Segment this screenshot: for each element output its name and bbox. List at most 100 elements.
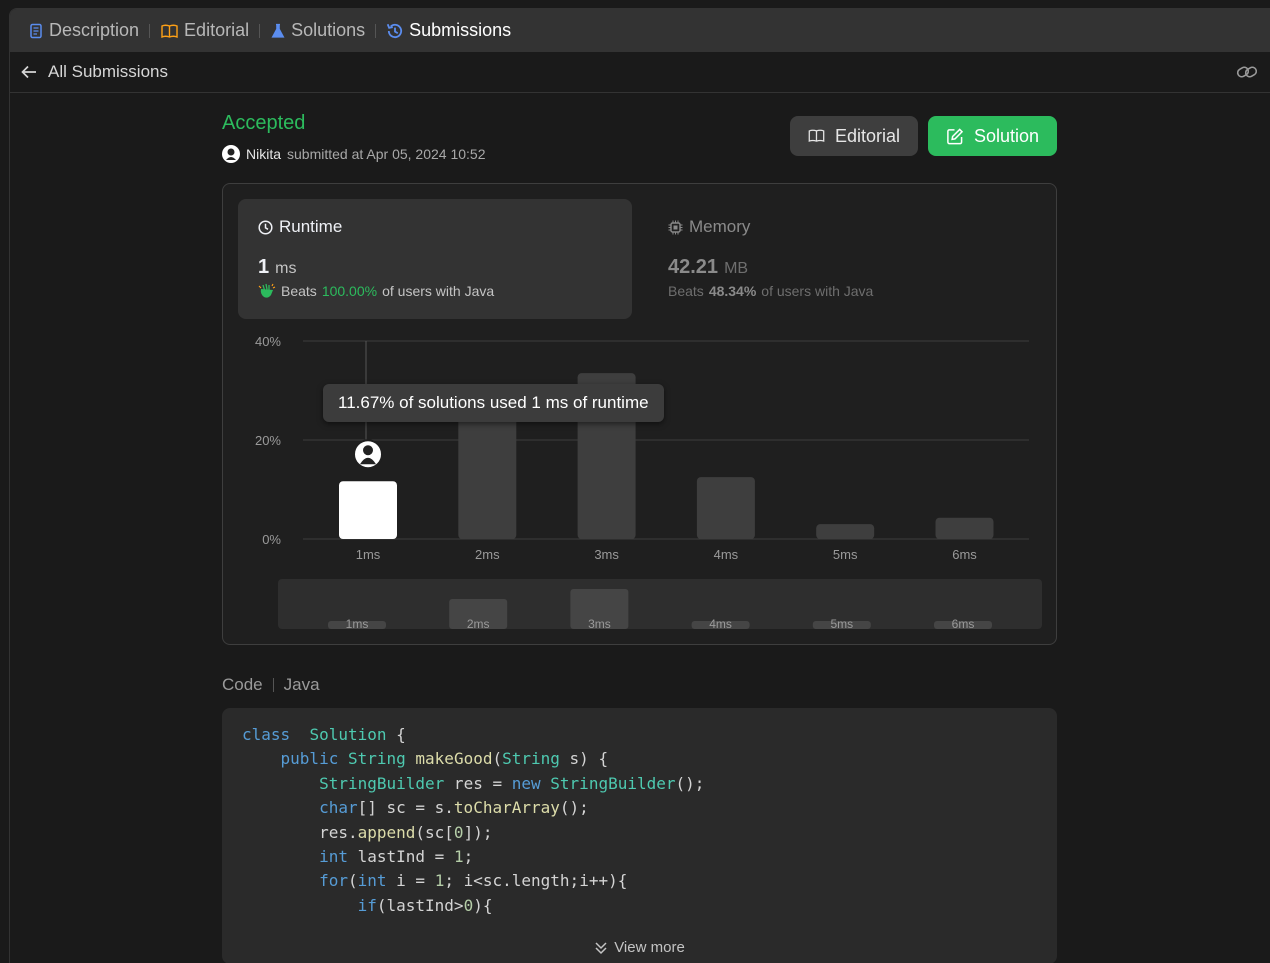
code-label: Code xyxy=(222,675,263,694)
runtime-header: Runtime xyxy=(258,217,612,237)
clock-icon xyxy=(258,219,273,235)
tab-solutions[interactable]: Solutions xyxy=(266,9,369,52)
book-icon xyxy=(808,129,825,143)
memory-unit: MB xyxy=(724,260,749,277)
memory-beats: Beats 48.34% of users with Java xyxy=(668,283,1022,299)
code-token: String xyxy=(347,749,406,769)
code-token: i = xyxy=(386,871,435,891)
code-token: char xyxy=(319,798,358,818)
overview-tick-label: 5ms xyxy=(830,617,853,631)
bar xyxy=(458,410,517,539)
view-more-button[interactable]: View more xyxy=(222,939,1057,956)
code-token: ; i<sc.length;i++){ xyxy=(444,871,628,891)
runtime-distribution-chart[interactable]: 0% 20% 40% 1ms 2ms 3ms 4ms 5ms 6ms 1ms 2ms 3ms 4ms 5m… xyxy=(223,324,1058,644)
flask-icon xyxy=(271,23,285,38)
code-token: 1 xyxy=(434,871,445,891)
tab-label: Description xyxy=(49,20,140,40)
x-tick-label: 2ms xyxy=(475,547,500,562)
memory-header: Memory xyxy=(668,217,1022,237)
runtime-number: 1 xyxy=(258,256,270,278)
code-token: 0 xyxy=(453,822,464,842)
code-line: char[] sc = s.toCharArray(); xyxy=(242,796,1037,820)
status-label: Accepted xyxy=(222,112,306,134)
double-chevron-down-icon xyxy=(595,941,607,954)
all-submissions-link[interactable]: All Submissions xyxy=(20,62,168,82)
y-tick-label: 0% xyxy=(262,532,281,547)
memory-beats-prefix: Beats xyxy=(668,283,704,299)
overview-tick-label: 1ms xyxy=(346,617,369,631)
arrow-left-icon xyxy=(21,65,36,79)
code-token: StringBuilder xyxy=(319,773,445,793)
code-token: { xyxy=(386,725,406,744)
tab-divider xyxy=(375,23,377,38)
y-tick-label: 40% xyxy=(255,334,281,349)
bar xyxy=(935,517,994,539)
bar xyxy=(696,477,755,539)
solution-button[interactable]: Solution xyxy=(928,116,1057,156)
link-icon[interactable] xyxy=(1236,63,1258,81)
tab-submissions[interactable]: Submissions xyxy=(382,9,515,52)
runtime-unit: ms xyxy=(275,260,297,277)
stats-panel: Runtime 1 ms Beats 100.00% of users with … xyxy=(222,183,1057,645)
tab-label: Submissions xyxy=(409,20,512,40)
memory-beats-suffix: of users with Java xyxy=(761,283,874,299)
x-tick-label: 6ms xyxy=(952,547,977,562)
code-token: 1 xyxy=(453,847,464,867)
description-icon xyxy=(30,23,42,38)
tab-label: Editorial xyxy=(184,20,250,40)
memory-value: 42.21 MB xyxy=(668,256,1022,279)
overview-tick-label: 3ms xyxy=(588,617,611,631)
code-token: 0 xyxy=(463,895,474,915)
code-token: res = xyxy=(444,773,512,793)
submission-panel: Description Editorial Solutions Submissi… xyxy=(9,8,1270,963)
code-token: ( xyxy=(492,749,503,769)
code-line: res.append(sc[0]); xyxy=(242,821,1037,845)
code-token: int xyxy=(357,871,387,891)
code-token: res. xyxy=(242,822,358,842)
avatar[interactable] xyxy=(222,145,240,163)
overview-tick-label: 2ms xyxy=(467,617,490,631)
code-token: if xyxy=(357,895,377,915)
runtime-card[interactable]: Runtime 1 ms Beats 100.00% of users with … xyxy=(238,199,632,319)
runtime-value: 1 ms xyxy=(258,256,612,279)
range-selector xyxy=(278,579,1042,629)
submission-header: All Submissions xyxy=(10,52,1270,93)
overview-tick-label: 4ms xyxy=(709,617,732,631)
marker-head xyxy=(363,445,373,456)
submitted-time: submitted at Apr 05, 2024 10:52 xyxy=(287,146,486,162)
code-token: append xyxy=(357,822,416,842)
clap-icon xyxy=(258,283,276,298)
code-token: class xyxy=(242,725,291,744)
code-token: (sc[ xyxy=(415,822,454,842)
code-token: StringBuilder xyxy=(550,773,676,793)
user-marker-icon xyxy=(353,439,383,470)
solution-button-label: Solution xyxy=(973,125,1039,146)
tab-divider xyxy=(149,23,151,38)
code-block[interactable]: class Solution { public String makeGood(… xyxy=(222,708,1057,963)
chip-icon xyxy=(668,220,683,234)
memory-beats-percent: 48.34% xyxy=(708,283,757,299)
code-token: for xyxy=(319,871,348,891)
y-tick-label: 20% xyxy=(255,433,281,448)
code-token: String xyxy=(502,749,560,769)
memory-number: 42.21 xyxy=(668,256,719,278)
runtime-title: Runtime xyxy=(279,217,343,236)
memory-card[interactable]: Memory 42.21 MB Beats 48.34% of users wit… xyxy=(648,199,1042,319)
username[interactable]: Nikita xyxy=(246,146,281,162)
x-tick-label: 1ms xyxy=(356,547,381,562)
runtime-beats-prefix: Beats xyxy=(281,283,317,299)
editorial-button[interactable]: Editorial xyxy=(790,116,918,156)
tab-description[interactable]: Description xyxy=(24,9,143,52)
bar xyxy=(816,524,875,539)
tab-editorial[interactable]: Editorial xyxy=(156,9,253,52)
submitter-info: Nikita submitted at Apr 05, 2024 10:52 xyxy=(222,145,486,163)
runtime-beats-suffix: of users with Java xyxy=(382,283,495,299)
